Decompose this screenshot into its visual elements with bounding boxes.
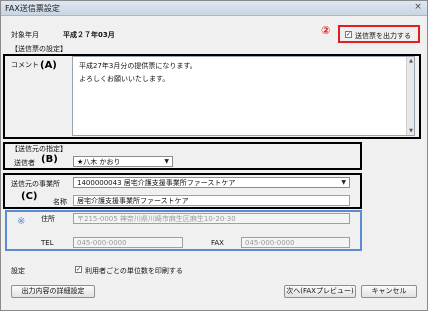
office-name-input[interactable]: 居宅介護支援事業所ファーストケア bbox=[73, 195, 350, 206]
tel-label: TEL bbox=[41, 239, 54, 247]
scroll-up-icon[interactable]: ▲ bbox=[407, 57, 415, 65]
close-icon[interactable]: × bbox=[412, 2, 424, 13]
address-marker: ※ bbox=[17, 216, 26, 227]
comment-line-1: 平成27年3月分の提供票になります。 bbox=[79, 62, 197, 70]
chevron-down-icon: ▼ bbox=[341, 179, 346, 186]
tel-input: 045-000-0000 bbox=[73, 237, 183, 248]
sender-label: 送信者 bbox=[14, 159, 35, 167]
address-input: 〒215-0005 神奈川県川崎市麻生区麻生10-20-30 bbox=[73, 213, 350, 224]
output-checkbox-label: 送信票を出力する bbox=[355, 32, 411, 40]
detail-settings-button[interactable]: 出力内容の詳細設定 bbox=[11, 285, 95, 298]
annotation-a: (A) bbox=[40, 60, 57, 71]
annotation-2: ② bbox=[321, 24, 331, 37]
settings-section-heading: 【送信票の設定】 bbox=[11, 45, 67, 53]
print-units-checkbox[interactable]: ✓ bbox=[75, 266, 82, 273]
print-units-label: 利用者ごとの単位数を印刷する bbox=[85, 267, 183, 275]
target-month-value: 平成２７年03月 bbox=[63, 31, 115, 39]
annotation-c: (C) bbox=[21, 191, 38, 202]
comment-textarea[interactable]: 平成27年3月分の提供票になります。 よろしくお願いいたします。 ▲ ▼ bbox=[72, 56, 415, 136]
target-month-label: 対象年月 bbox=[11, 31, 39, 39]
comment-scrollbar[interactable]: ▲ ▼ bbox=[406, 57, 414, 135]
chevron-down-icon: ▼ bbox=[164, 158, 169, 165]
office-label: 送信元の事業所 bbox=[11, 180, 60, 188]
output-checkbox[interactable]: ✓ bbox=[345, 31, 352, 38]
fax-label: FAX bbox=[211, 239, 224, 247]
window-title: FAX送信票設定 bbox=[5, 4, 60, 13]
office-select[interactable]: 1400000043 居宅介護支援事業所ファーストケア ▼ bbox=[73, 177, 350, 188]
fax-settings-dialog: FAX送信票設定 × 対象年月 平成２７年03月 ② ✓ 送信票を出力する 【送… bbox=[0, 0, 428, 311]
office-select-value: 1400000043 居宅介護支援事業所ファーストケア bbox=[77, 179, 236, 187]
address-label: 住所 bbox=[41, 215, 55, 223]
title-bar: FAX送信票設定 × bbox=[1, 1, 427, 16]
settings-label: 設定 bbox=[11, 267, 25, 275]
sender-section-heading: 【送信元の指定】 bbox=[11, 145, 67, 153]
comment-line-2: よろしくお願いいたします。 bbox=[79, 75, 170, 83]
scroll-down-icon[interactable]: ▼ bbox=[407, 127, 415, 135]
fax-input: 045-000-0000 bbox=[241, 237, 350, 248]
annotation-b: (B) bbox=[41, 154, 58, 165]
name-label: 名称 bbox=[53, 198, 67, 206]
next-fax-preview-button[interactable]: 次へ(FAXプレビュー) bbox=[284, 285, 356, 298]
sender-select-value: ★八木 かおり bbox=[77, 158, 121, 166]
sender-select[interactable]: ★八木 かおり ▼ bbox=[73, 156, 173, 167]
comment-label: コメント bbox=[11, 61, 39, 69]
cancel-button[interactable]: キャンセル bbox=[361, 285, 417, 298]
